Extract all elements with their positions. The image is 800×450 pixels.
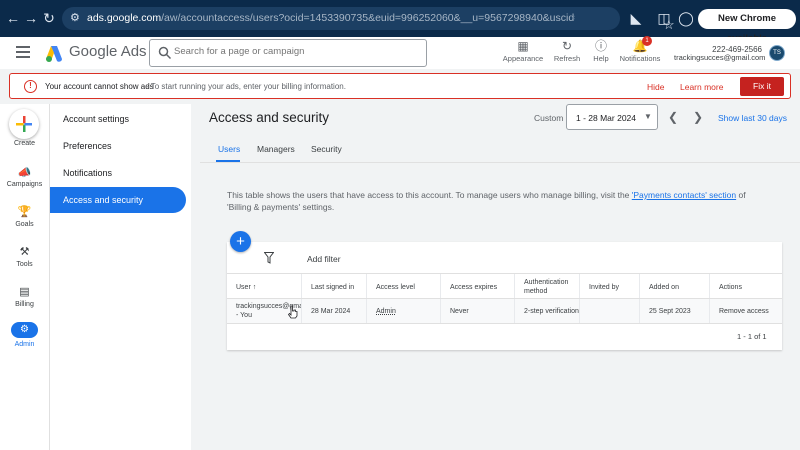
product-name: Google Ads xyxy=(69,43,147,60)
column-header-authentication-method[interactable]: Authentication method xyxy=(514,274,579,300)
alert-title: Your account cannot show ads xyxy=(45,82,154,91)
tools-icon[interactable]: ⚒ xyxy=(16,245,33,259)
cell-added-on: 25 Sept 2023 xyxy=(639,299,709,323)
menu-icon[interactable] xyxy=(16,45,32,59)
rail-create-label: Create xyxy=(13,140,35,147)
alert-message: - To start running your ads, enter your … xyxy=(146,82,346,91)
browser-toolbar: ← → ↻ ⚙ ads.google.com/aw/accountaccess/… xyxy=(0,0,800,44)
notification-count-badge: 1 xyxy=(642,36,652,46)
rail-billing-label[interactable]: Billing xyxy=(0,301,49,308)
filter-icon[interactable] xyxy=(264,252,274,264)
menu-item-access-and-security[interactable]: Access and security xyxy=(50,187,186,213)
error-icon: ! xyxy=(24,80,37,93)
cell-last-signed-in: 28 Mar 2024 xyxy=(301,299,366,323)
tab-managers[interactable]: Managers xyxy=(257,144,295,154)
hand-cursor-icon xyxy=(287,305,298,319)
side-panel-icon[interactable]: ◫ xyxy=(655,9,673,27)
navigation-rail: Create 📣 Campaigns 🏆 Goals ⚒ Tools ▤ Bil… xyxy=(0,104,49,450)
table-divider xyxy=(227,323,782,324)
description-text: This table shows the users that have acc… xyxy=(227,190,632,200)
tabs-divider xyxy=(200,162,800,163)
column-header-access-level[interactable]: Access level xyxy=(366,274,440,300)
appearance-button[interactable]: ▦ Appearance xyxy=(500,39,546,67)
create-button[interactable] xyxy=(9,109,39,139)
column-header-user[interactable]: User ↑ xyxy=(227,274,301,300)
notifications-label: Notifications xyxy=(619,54,661,63)
rail-admin-label[interactable]: Admin xyxy=(0,341,49,348)
add-user-button[interactable]: + xyxy=(230,231,251,252)
admin-settings-menu: Account settings Preferences Notificatio… xyxy=(49,104,191,450)
cell-access-expires: Never xyxy=(440,299,514,323)
site-info-icon[interactable]: ⚙ xyxy=(70,11,84,25)
payments-contacts-link[interactable]: 'Payments contacts' section xyxy=(632,190,736,200)
url-domain: ads.google.com xyxy=(87,12,162,24)
user-you-label: - You xyxy=(236,312,252,319)
cell-invited-by xyxy=(579,299,639,323)
access-level-dropdown[interactable]: Admin xyxy=(376,308,396,315)
add-filter-button[interactable]: Add filter xyxy=(307,254,341,264)
access-description: This table shows the users that have acc… xyxy=(227,189,767,213)
profile-icon[interactable]: ◯ xyxy=(677,9,695,27)
column-header-actions: Actions xyxy=(709,274,782,300)
billing-alert-banner: ! Your account cannot show ads - To star… xyxy=(9,73,791,99)
rail-tools-label[interactable]: Tools xyxy=(0,261,49,268)
cell-access-level: Admin xyxy=(366,299,440,323)
goals-trophy-icon[interactable]: 🏆 xyxy=(16,205,33,219)
tab-users[interactable]: Users xyxy=(218,144,240,154)
url-path: /aw/accountaccess/users?ocid=1453390735&… xyxy=(161,12,575,24)
billing-card-icon[interactable]: ▤ xyxy=(16,285,33,299)
search-icon xyxy=(158,46,172,60)
bell-icon: 🔔 xyxy=(632,39,648,53)
hide-alert-button[interactable]: Hide xyxy=(647,82,664,92)
date-range-type-label: Custom xyxy=(534,113,564,123)
new-chrome-available-button[interactable]: New Chrome available xyxy=(698,9,796,44)
account-email: trackingsucces@gmail.com xyxy=(674,53,766,62)
show-last-30-days-link[interactable]: Show last 30 days xyxy=(718,113,787,123)
appearance-icon: ▦ xyxy=(517,39,529,53)
learn-more-link[interactable]: Learn more xyxy=(680,82,723,92)
menu-item-notifications[interactable]: Notifications xyxy=(50,160,186,186)
column-header-invited-by[interactable]: Invited by xyxy=(579,274,639,300)
tab-security[interactable]: Security xyxy=(311,144,342,154)
column-header-last-signed-in[interactable]: Last signed in xyxy=(301,274,366,300)
cell-authentication-method: 2-step verification xyxy=(514,299,579,323)
pagination-status: 1 - 1 of 1 xyxy=(737,332,767,341)
caret-down-icon: ▼ xyxy=(644,112,652,121)
back-icon[interactable]: ← xyxy=(4,9,22,27)
reload-icon[interactable]: ↻ xyxy=(40,9,58,27)
chevron-left-icon[interactable]: ❮ xyxy=(668,110,678,124)
plus-icon xyxy=(16,116,32,132)
rail-goals-label[interactable]: Goals xyxy=(0,221,49,228)
page-title: Access and security xyxy=(209,110,330,125)
notifications-button[interactable]: 🔔 Notifications xyxy=(617,39,663,67)
fix-it-button[interactable]: Fix it xyxy=(740,77,784,96)
extensions-icon[interactable]: ◣ xyxy=(627,9,645,27)
account-avatar[interactable]: TS xyxy=(769,45,785,61)
menu-item-account-settings[interactable]: Account settings xyxy=(50,106,186,132)
menu-item-preferences[interactable]: Preferences xyxy=(50,133,186,159)
search-box[interactable] xyxy=(149,39,427,67)
users-table: Add filter User ↑ Last signed in Access … xyxy=(227,242,782,350)
column-header-access-expires[interactable]: Access expires xyxy=(440,274,514,300)
address-bar[interactable]: ⚙ ads.google.com/aw/accountaccess/users?… xyxy=(62,7,675,32)
url-text[interactable]: ads.google.com/aw/accountaccess/users?oc… xyxy=(87,12,575,24)
remove-access-button[interactable]: Remove access xyxy=(709,299,782,323)
campaigns-icon[interactable]: 📣 xyxy=(16,166,33,180)
search-input[interactable] xyxy=(174,46,414,57)
google-ads-logo xyxy=(46,46,62,62)
appearance-label: Appearance xyxy=(502,54,544,63)
forward-icon[interactable]: → xyxy=(22,9,40,27)
admin-gear-icon[interactable]: ⚙ xyxy=(11,322,38,338)
date-range-value: 1 - 28 Mar 2024 xyxy=(576,113,637,123)
rail-campaigns-label[interactable]: Campaigns xyxy=(0,181,49,188)
chevron-right-icon[interactable]: ❯ xyxy=(693,110,703,124)
column-header-added-on[interactable]: Added on xyxy=(639,274,709,300)
date-range-picker[interactable]: 1 - 28 Mar 2024 ▼ xyxy=(566,104,658,130)
